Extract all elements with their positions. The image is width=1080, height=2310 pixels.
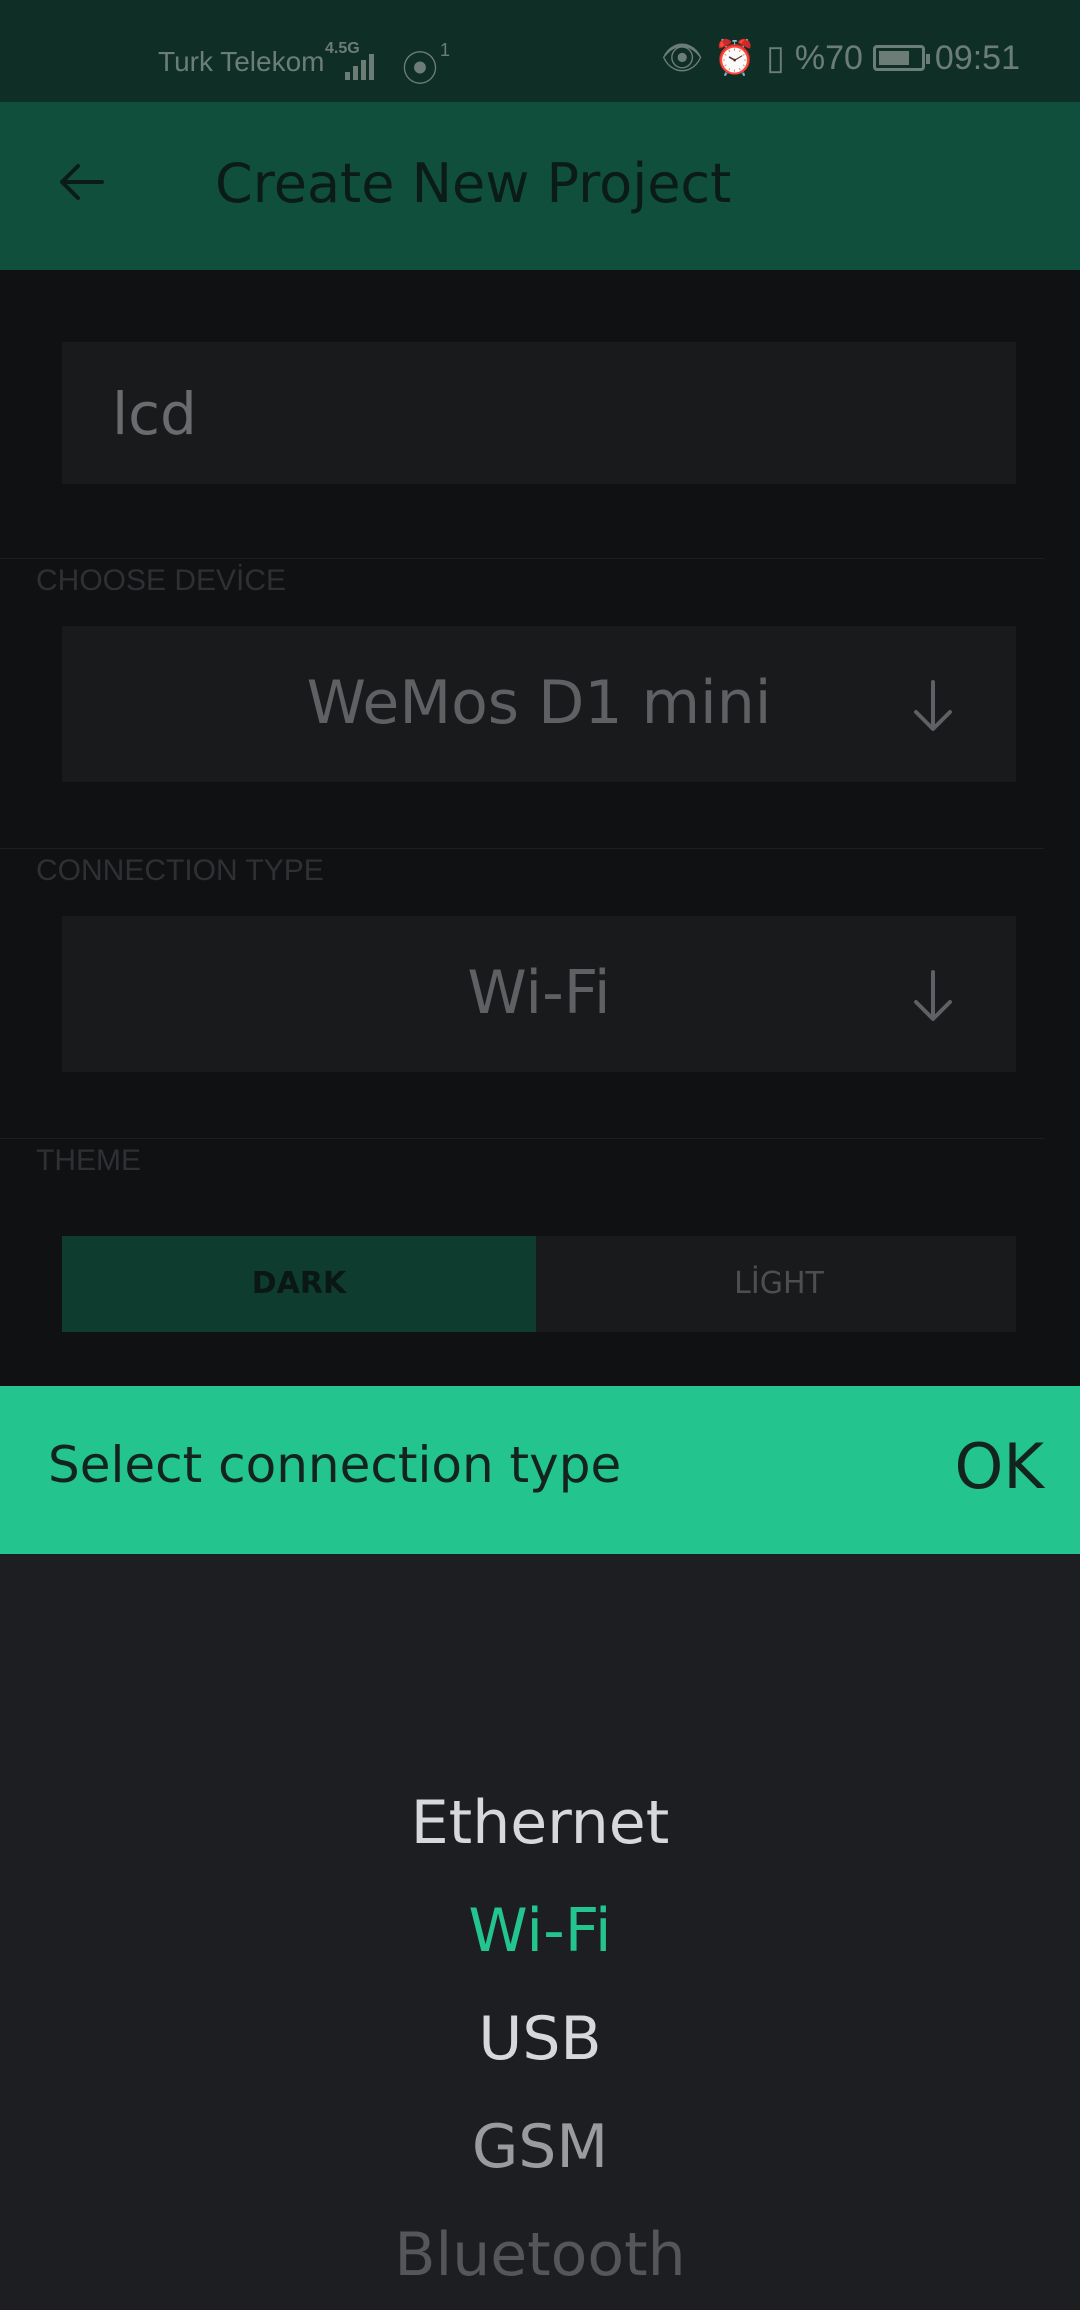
device-select[interactable]: WeMos D1 mini <box>62 626 1016 782</box>
page-title: Create New Project <box>215 152 732 215</box>
ok-button[interactable]: OK <box>955 1430 1044 1503</box>
choose-device-label: CHOOSE DEVİCE <box>36 564 287 597</box>
device-value: WeMos D1 mini <box>306 668 772 738</box>
connection-type-label: CONNECTION TYPE <box>36 854 324 887</box>
alarm-icon: ⏰ <box>713 39 757 77</box>
picker-option-gsm[interactable]: GSM <box>0 2112 1080 2182</box>
battery-icon <box>872 45 930 71</box>
eye-icon: 👁 <box>660 39 704 77</box>
theme-light-button[interactable]: LİGHT <box>542 1236 1016 1332</box>
battery-percent: %70 <box>794 38 863 77</box>
app-bar: Create New Project <box>0 102 1080 270</box>
hotspot-icon: ⦿ <box>402 48 439 89</box>
status-right: 👁 ⏰ ▯ %70 09:51 <box>661 38 1020 78</box>
carrier-name: Turk Telekom <box>158 46 325 77</box>
divider <box>0 558 1044 559</box>
project-name-field[interactable]: lcd <box>62 342 1016 484</box>
arrow-down-icon <box>914 680 952 731</box>
picker-option-wifi[interactable]: Wi-Fi <box>0 1896 1080 1966</box>
back-arrow-icon[interactable] <box>56 157 106 207</box>
sheet-header: Select connection type OK <box>0 1386 1080 1554</box>
project-form: lcd CHOOSE DEVİCE WeMos D1 mini CONNECTI… <box>0 270 1080 1386</box>
clock: 09:51 <box>934 38 1020 77</box>
connection-type-picker[interactable]: Ethernet Wi-Fi USB GSM Bluetooth <box>0 1554 1080 2310</box>
theme-dark-button[interactable]: DARK <box>62 1236 536 1332</box>
status-bar: Turk Telekom 4.5G ⦿ 1 👁 ⏰ ▯ %70 09:51 <box>0 0 1080 102</box>
theme-label: THEME <box>36 1144 141 1177</box>
signal-icon <box>345 48 377 80</box>
divider <box>0 848 1044 849</box>
connection-select[interactable]: Wi-Fi <box>62 916 1016 1072</box>
arrow-down-icon <box>914 970 952 1021</box>
picker-option-bluetooth[interactable]: Bluetooth <box>0 2220 1080 2290</box>
divider <box>0 1138 1044 1139</box>
project-name-value: lcd <box>112 380 197 448</box>
sheet-title: Select connection type <box>48 1436 622 1494</box>
picker-option-ethernet[interactable]: Ethernet <box>0 1788 1080 1858</box>
connection-value: Wi-Fi <box>467 958 611 1028</box>
vibrate-icon: ▯ <box>766 39 785 77</box>
hotspot-count: 1 <box>440 40 451 60</box>
picker-option-usb[interactable]: USB <box>0 2004 1080 2074</box>
theme-toggle: DARK LİGHT <box>62 1236 1016 1332</box>
